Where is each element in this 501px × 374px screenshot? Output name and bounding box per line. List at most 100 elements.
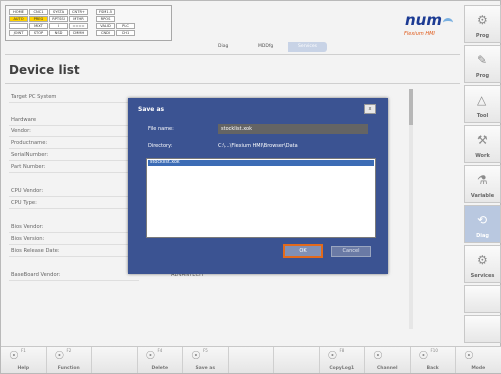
ok-button[interactable]: OK [283,244,323,258]
divider [5,54,460,55]
dialog-title: Save as [138,106,165,113]
softkey-icon: ☉ [418,349,429,362]
status-cell: CMMH [69,30,88,36]
close-button[interactable]: x [364,104,376,114]
status-cell: MIXT [29,23,48,29]
softkey-empty[interactable] [274,347,320,373]
page-title: Device list [9,63,80,77]
softkey-mode[interactable]: ☉ Mode [456,347,501,373]
softkey-empty[interactable] [464,285,501,313]
scrollbar[interactable] [409,89,413,329]
field-label: Bios Vendor: [11,224,44,230]
field-label: Vendor: [11,128,31,134]
softkey-label: Services [470,273,495,279]
breadcrumb-mddfg[interactable]: MDDfg [258,42,273,52]
status-cell: PREG [29,16,48,22]
softkey-label: Function [57,366,80,371]
logo-text: num [405,11,442,29]
softkey-label: Variable [470,193,495,199]
logo-tagline: Flexium HMI [404,31,435,37]
softkey-number: F10 [430,348,438,353]
softkey-icon: ☉ [9,349,19,362]
softkey-label: Prog [475,33,490,39]
status-cell: CNC1 [29,9,48,15]
divider [9,256,139,257]
softkey-delete[interactable]: ☉ F4 Delete [137,347,183,373]
softkey-copylog1[interactable]: ☉ F8 CopyLog1 [319,347,365,373]
tool-icon: △ [477,93,487,107]
divider [9,125,139,126]
logo-swoosh-icon [443,18,453,27]
scrollbar-thumb[interactable] [409,89,413,125]
softkey-number: F2 [66,348,72,353]
softkey-empty[interactable] [92,347,138,373]
file-name-label: File name: [148,126,174,132]
status-cell: HOME [9,9,28,15]
field-label: Bios Version: [11,236,45,242]
cancel-button[interactable]: Cancel [331,246,371,257]
divider [9,160,139,161]
softkey-help[interactable]: ☉ F1 Help [1,347,47,373]
status-cell: MTHR [69,16,88,22]
status-cell: AUTO [9,16,28,22]
softkey-label: Delete [151,366,169,371]
softkey-empty[interactable] [228,347,274,373]
softkey-back[interactable]: ☉ F10 Back [410,347,456,373]
status-cell: RPOS [96,16,115,22]
softkey-prog[interactable]: ✎ Prog [464,45,501,83]
status-cell: STOP [29,30,48,36]
field-label: Productname: [11,140,48,146]
status-cell: NSD [49,30,68,36]
softkey-label: Save as [195,366,216,371]
softkey-number: F5 [203,348,208,353]
field-label: CPU Type: [11,200,37,206]
file-list[interactable]: stocklist.xok [146,158,376,238]
divider [5,83,460,84]
file-name-input[interactable] [218,124,368,134]
field-label: Hardware [11,117,37,123]
list-item[interactable]: stocklist.xok [148,160,374,166]
status-cell: VALID [96,23,115,29]
hmi-window: HOME CNC1 SYSTA CNTR+ AUTO PREG RPTSSI MTHR MIXT… [0,0,501,374]
softkey-variable[interactable]: ⚗ Variable [464,165,501,203]
status-cell: CNDI [96,30,115,36]
softkey-empty[interactable] [464,315,501,343]
variable-icon: ⚗ [477,173,488,187]
softkey-function[interactable]: ☉ F2 Function [46,347,92,373]
softkey-diag[interactable]: ⟲ Diag [464,205,501,243]
num-logo: num [405,11,442,29]
field-label: CPU Vendor: [11,188,44,194]
field-label: SerialNumber: [11,152,49,158]
status-cell: CNTR+ [69,9,88,15]
softkey-label: Diag [476,233,489,239]
softkey-icon: ☉ [327,349,338,362]
status-cell: I [49,23,68,29]
softkey-icon: ☉ [54,349,65,362]
field-label: Part Number: [11,164,46,170]
breadcrumb-diag[interactable]: Diag [218,42,228,52]
softkey-number: F4 [157,348,163,353]
softkey-channel[interactable]: ☉ Channel [365,347,411,373]
softkey-label: Back [426,366,439,371]
softkey-work[interactable]: ⚒ Work [464,125,501,163]
softkey-icon: ☉ [145,349,156,362]
divider [9,208,139,209]
breadcrumb-services[interactable]: Services [288,42,327,52]
divider [9,136,139,137]
divider [9,148,139,149]
status-cell: JOINT [9,30,28,36]
status-cell: CH1 [116,30,135,36]
softkey-services[interactable]: ⚙ Services [464,245,501,283]
status-cell: SYSTA [49,9,68,15]
softkey-tool[interactable]: △ Tool [464,85,501,123]
gear-icon: ⚙ [477,13,488,27]
diag-icon: ⟲ [477,213,488,227]
field-label: Bios Release Date: [11,248,60,254]
program-icon: ✎ [477,53,488,67]
directory-value: C:\...\Flexium HMI\Browser\Data [218,143,298,149]
divider [9,244,139,245]
field-label: Target PC System [11,94,57,100]
softkey-save-as[interactable]: ☉ F5 Save as [183,347,229,373]
softkey-prog[interactable]: ⚙ Prog [464,5,501,43]
work-icon: ⚒ [477,133,488,147]
